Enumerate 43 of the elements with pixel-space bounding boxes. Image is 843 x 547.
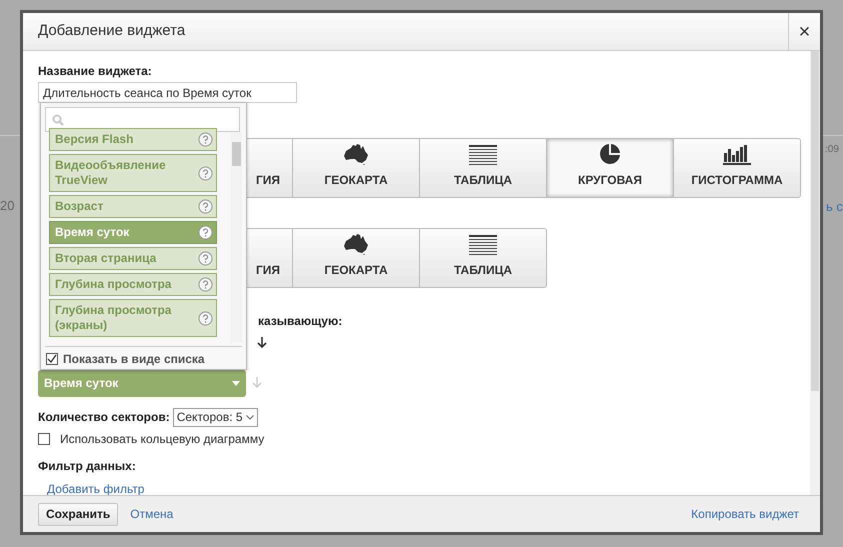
sectors-select[interactable]: Секторов: 5 (172, 408, 258, 426)
close-button[interactable]: × (788, 13, 820, 50)
help-icon[interactable] (198, 199, 214, 214)
content-scrollbar-thumb[interactable] (811, 51, 819, 391)
background-text: 20 (0, 197, 14, 215)
caret-icon (232, 380, 240, 386)
chart-type-button[interactable]: ГИСТОГРАММА (673, 138, 801, 198)
dialog-title: Добавление виджета (37, 21, 186, 42)
add-filter-link[interactable]: Добавить фильтр (47, 480, 810, 495)
pie-chart-icon (599, 142, 621, 164)
save-button[interactable]: Сохранить (38, 502, 118, 526)
list-view-checkbox[interactable] (46, 353, 58, 365)
help-icon[interactable] (198, 166, 214, 180)
background-time: :09 (825, 143, 839, 157)
chart-type-button[interactable]: ТАБЛИЦА (419, 138, 547, 198)
donut-checkbox[interactable] (38, 432, 50, 444)
help-icon[interactable] (198, 225, 214, 240)
australia-map-icon (343, 142, 369, 164)
metric-label: казывающую: (258, 312, 344, 330)
bar-chart-icon (723, 142, 751, 164)
search-icon (52, 114, 64, 126)
list-view-label: Показать в виде списка (63, 351, 205, 368)
table-icon (469, 144, 497, 164)
chart-type-button[interactable]: ТАБЛИЦА (419, 228, 547, 288)
chart-type-button[interactable]: ГЕОКАРТА (292, 138, 420, 198)
cancel-link[interactable]: Отмена (130, 505, 174, 523)
widget-name-field[interactable]: Длительность сеанса по Время суток (38, 82, 297, 103)
help-icon[interactable] (198, 132, 214, 147)
australia-map-icon (343, 232, 369, 254)
table-icon (469, 234, 497, 254)
chart-type-button[interactable]: КРУГОВАЯ (546, 138, 674, 198)
chart-type-button[interactable]: ГЕОКАРТА (292, 228, 420, 288)
chevron-down-icon (246, 414, 254, 420)
help-icon[interactable] (198, 310, 214, 326)
sectors-label: Количество секторов: (38, 409, 170, 426)
donut-checkbox-label: Использовать кольцевую диаграмму (60, 430, 264, 448)
field-label: Название виджета: (38, 64, 153, 79)
copy-widget-link[interactable]: Копировать виджет (691, 505, 799, 523)
help-icon[interactable] (198, 277, 214, 292)
filter-label: Фильтр данных: (38, 458, 137, 474)
sort-arrow-icon[interactable] (257, 336, 267, 348)
scrollbar-thumb[interactable] (232, 142, 241, 166)
help-icon[interactable] (198, 251, 214, 266)
